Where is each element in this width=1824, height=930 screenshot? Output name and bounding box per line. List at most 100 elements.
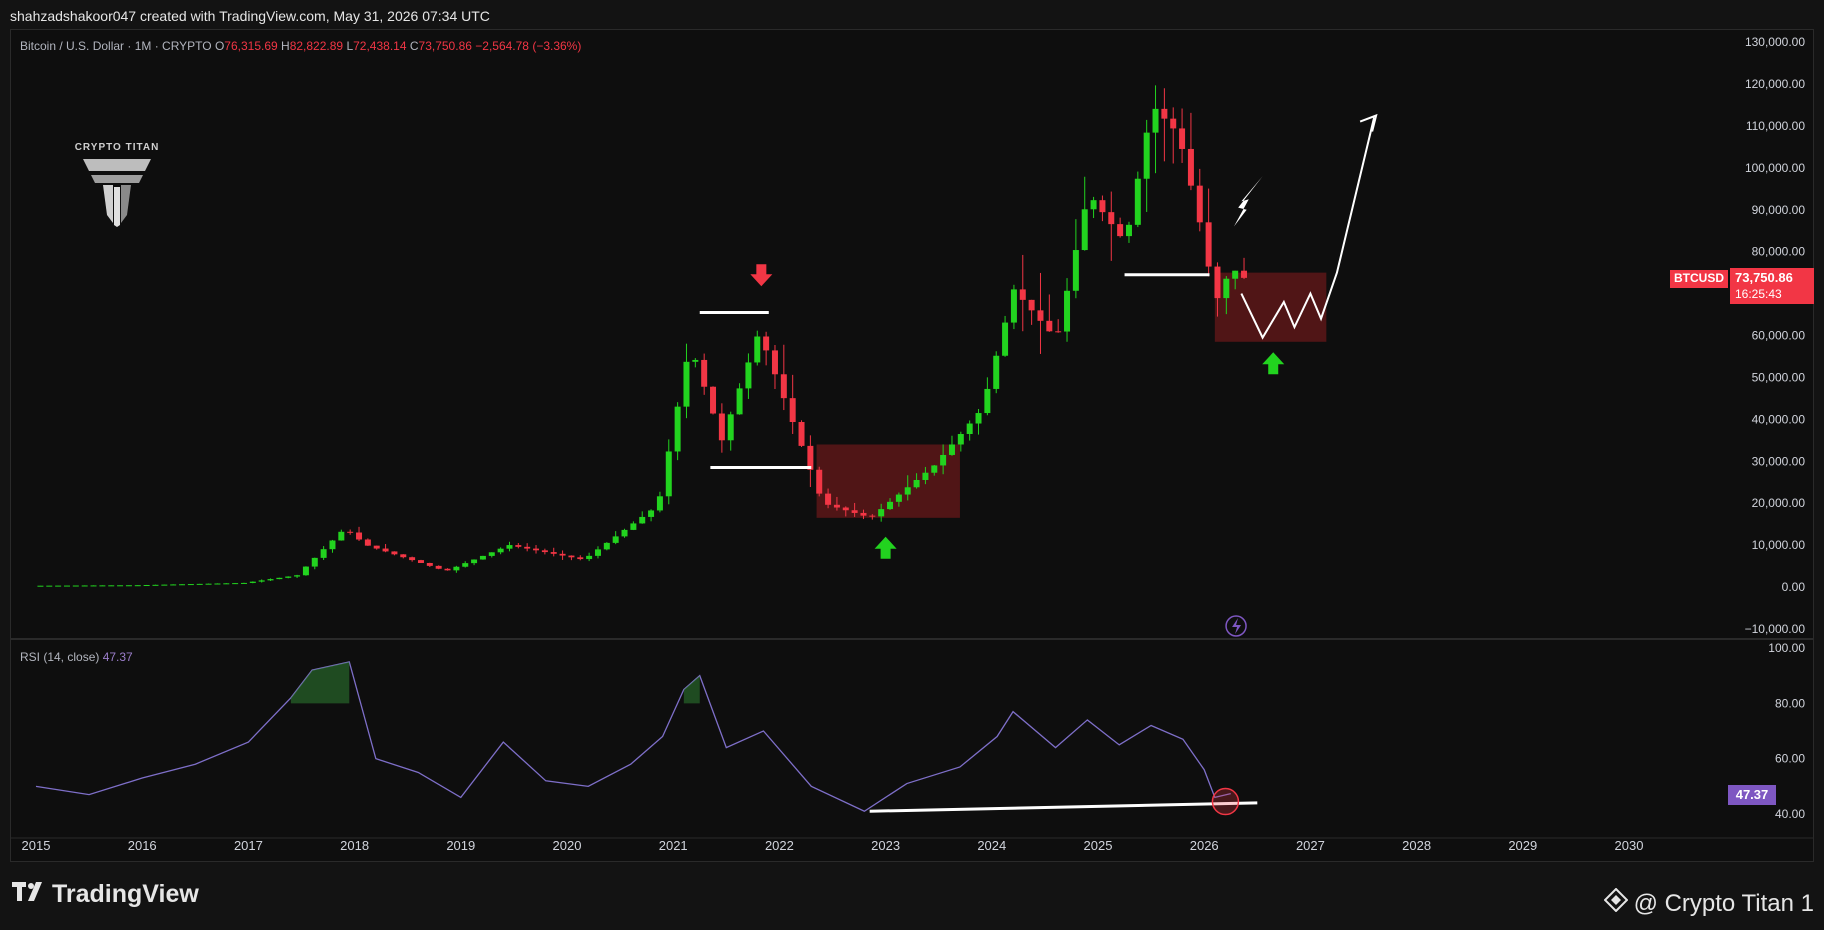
lightning-bolt (1232, 618, 1242, 634)
candle-body (1152, 108, 1159, 133)
last-price-tag: 73,750.86 16:25:43 (1730, 268, 1814, 304)
candle-body (515, 545, 522, 547)
candle-body (1010, 289, 1017, 323)
candle-body (789, 398, 796, 423)
candle-body (1232, 270, 1239, 279)
candle-body (409, 557, 416, 561)
candle-body (1134, 178, 1141, 225)
candle-body (754, 336, 761, 363)
candle-body (798, 422, 805, 446)
price-tick-label: 110,000.00 (1746, 119, 1805, 133)
price-tick-label: 60,000.00 (1752, 329, 1806, 343)
candle-body (1170, 118, 1177, 129)
candle-body (1028, 299, 1035, 311)
tradingview-wordmark: TradingView (52, 880, 199, 908)
candle-body (497, 548, 504, 553)
candle-body (639, 516, 646, 524)
sell-arrow-icon (750, 264, 773, 287)
candle-body (984, 388, 991, 414)
candle-body (1205, 222, 1212, 267)
price-tick-label: 130,000.00 (1745, 35, 1805, 49)
candle-body (1055, 331, 1062, 333)
candle-body (524, 546, 531, 549)
candle-body (1117, 224, 1124, 237)
candle-body (621, 529, 628, 537)
symbol-label: Bitcoin / U.S. Dollar · 1M · CRYPTO (20, 39, 212, 53)
candle-body (1143, 132, 1150, 179)
candle-body (81, 585, 88, 587)
candle-body (506, 545, 513, 549)
candle-body (1072, 250, 1079, 291)
tradingview-logo[interactable]: TradingView (12, 880, 199, 909)
candle-body (904, 487, 911, 495)
candle-body (559, 553, 566, 556)
candle-body (435, 565, 442, 569)
close-label: C (409, 39, 419, 53)
candle-body (1179, 128, 1186, 149)
candle-body (922, 472, 929, 480)
candle-body (701, 359, 708, 387)
candle-body (373, 545, 380, 549)
btc-chart[interactable]: 130,000.00 120,000.00 110,000.00 100,000.00… (0, 0, 1824, 930)
candle-body (957, 434, 964, 445)
time-tick-label: 2018 (340, 838, 369, 853)
ticker-tag: BTCUSD (1670, 270, 1728, 288)
candle-body (665, 451, 672, 497)
candle-body (276, 577, 283, 580)
candle-body (568, 555, 575, 558)
candle-body (46, 585, 53, 587)
candle-body (382, 548, 389, 552)
candle-body (630, 523, 637, 530)
candle-body (161, 584, 168, 586)
candle-body (833, 504, 840, 508)
candle-body (55, 585, 62, 587)
low-value: 72,438.14 (353, 39, 407, 53)
candle-body (249, 581, 256, 583)
candle-body (1019, 289, 1026, 300)
candle-body (1037, 310, 1044, 321)
candle-body (1099, 200, 1106, 213)
candle-body (718, 413, 725, 441)
time-tick-label: 2024 (977, 838, 1006, 853)
candle-body (223, 583, 230, 585)
candle-body (940, 454, 947, 466)
candle-body (426, 562, 433, 566)
time-tick-label: 2016 (128, 838, 157, 853)
candle-body (338, 531, 345, 541)
candle-body (117, 585, 124, 587)
candle-body (895, 494, 902, 502)
close-value: 73,750.86 (418, 39, 472, 53)
candle-body (134, 585, 141, 587)
rsi-value: 47.37 (102, 650, 133, 664)
price-tick-label: 40,000.00 (1752, 412, 1806, 426)
candle-body (170, 584, 177, 586)
candle-body (550, 552, 557, 554)
open-value: 76,315.69 (224, 39, 278, 53)
candle-body (302, 566, 309, 576)
candle-body (1161, 108, 1168, 119)
candle-body (99, 585, 106, 587)
rsi-highlight-circle (1211, 787, 1240, 816)
high-label: H (281, 39, 290, 53)
author-credit-text: @ Crypto Titan 1 (1633, 889, 1814, 917)
candle-body (648, 510, 655, 517)
candle-body (391, 551, 398, 555)
candle-body (816, 469, 823, 494)
rsi-trendline (869, 801, 1258, 813)
candle-body (656, 496, 663, 511)
candle-body (745, 362, 752, 389)
candle-body (356, 532, 363, 540)
price-tick-label: 10,000.00 (1752, 538, 1806, 552)
rsi-value-tag: 47.37 (1728, 785, 1776, 805)
price-tick-label: 100,000.00 (1745, 161, 1805, 175)
time-tick-label: 2021 (659, 838, 688, 853)
candle-body (108, 585, 115, 587)
rsi-label: RSI (14, close) (20, 650, 100, 664)
candle-body (851, 510, 858, 513)
change-value: −2,564.78 (−3.36%) (475, 39, 582, 53)
titan-logo-icon (72, 157, 162, 232)
candle-body (462, 563, 469, 567)
candle-body (453, 566, 460, 571)
candle-body (364, 539, 371, 546)
candle-body (1241, 270, 1248, 278)
